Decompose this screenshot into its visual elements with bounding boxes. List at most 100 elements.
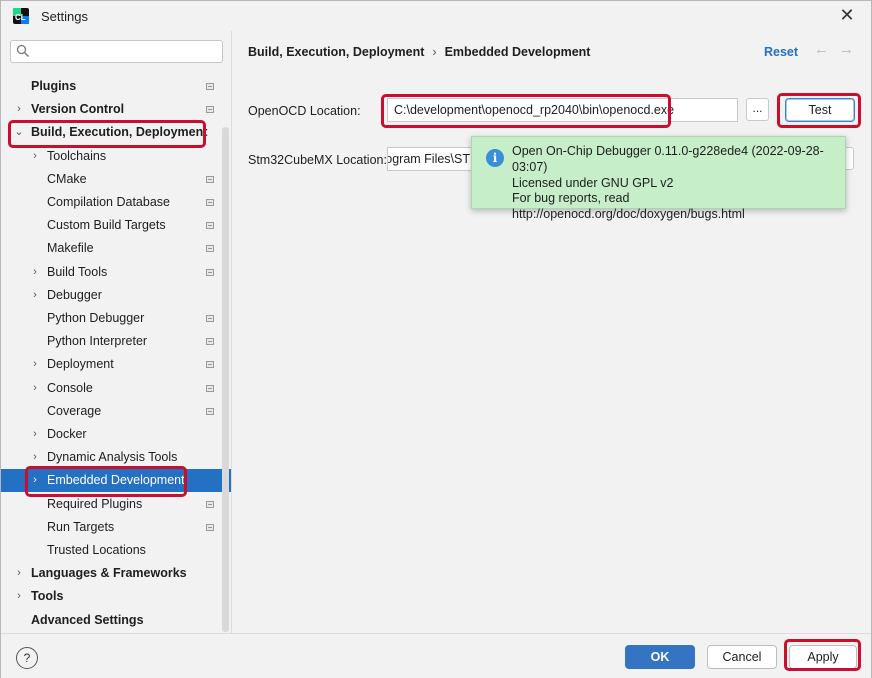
settings-window: CL Settings ✕ Plugins › Version Control ⌄ Bu… <box>0 0 872 678</box>
sidebar-item-docker[interactable]: › Docker <box>1 423 231 446</box>
sidebar-item-label: Python Debugger <box>47 311 145 325</box>
sidebar-item-advanced-settings[interactable]: Advanced Settings <box>1 609 231 632</box>
project-settings-icon <box>206 500 214 508</box>
sidebar-item-embedded-development[interactable]: › Embedded Development <box>1 469 231 493</box>
sidebar-item-label: Toolchains <box>47 148 107 163</box>
sidebar-item-languages-frameworks[interactable]: › Languages & Frameworks <box>1 562 231 585</box>
project-settings-icon <box>206 338 214 346</box>
chevron-right-icon[interactable]: › <box>13 562 25 585</box>
sidebar-item-label: Coverage <box>47 403 102 418</box>
sidebar-item-debugger[interactable]: › Debugger <box>1 284 231 307</box>
window-title: Settings <box>41 9 88 24</box>
ok-button[interactable]: OK <box>625 645 695 669</box>
sidebar-item-tools[interactable]: › Tools <box>1 585 231 608</box>
sidebar-item-label: Build, Execution, Deployment <box>31 125 208 140</box>
sidebar-item-compilation-database[interactable]: Compilation Database <box>1 191 231 214</box>
svg-text:CL: CL <box>15 13 26 22</box>
sidebar-item-toolchains[interactable]: › Toolchains <box>1 145 231 168</box>
apply-button[interactable]: Apply <box>789 645 857 669</box>
test-result-tooltip: i Open On-Chip Debugger 0.11.0-g228ede4 … <box>471 136 846 221</box>
project-settings-icon <box>206 384 214 392</box>
sidebar-item-label: Trusted Locations <box>47 543 146 557</box>
sidebar-item-label: Version Control <box>31 102 125 117</box>
sidebar-item-label: Required Plugins <box>47 496 143 511</box>
chevron-right-icon[interactable]: › <box>29 261 41 284</box>
settings-sidebar: Plugins › Version Control ⌄ Build, Execution… <box>1 31 232 633</box>
chevron-right-icon[interactable]: › <box>29 423 41 446</box>
project-settings-icon <box>206 361 214 369</box>
breadcrumb: Build, Execution, Deployment › Embedded De… <box>248 45 590 59</box>
chevron-right-icon[interactable]: › <box>29 353 41 376</box>
stm32cubemx-location-field[interactable]: Program Files\ST <box>387 147 477 171</box>
sidebar-item-label: Deployment <box>47 357 114 372</box>
sidebar-item-label: Advanced Settings <box>31 612 144 627</box>
project-settings-icon <box>206 222 214 230</box>
forward-arrow-icon[interactable]: → <box>839 41 854 58</box>
sidebar-item-makefile[interactable]: Makefile <box>1 237 231 260</box>
sidebar-item-deployment[interactable]: › Deployment <box>1 353 231 376</box>
sidebar-scrollbar[interactable] <box>222 127 229 632</box>
sidebar-item-plugins[interactable]: Plugins <box>1 75 231 98</box>
sidebar-item-label: Tools <box>31 589 64 604</box>
sidebar-item-build-execution-deployment[interactable]: ⌄ Build, Execution, Deployment <box>1 121 231 144</box>
chevron-down-icon[interactable]: ⌄ <box>13 121 25 144</box>
sidebar-item-label: CMake <box>47 171 87 186</box>
chevron-right-icon[interactable]: › <box>13 585 25 608</box>
tooltip-line: http://openocd.org/doc/doxygen/bugs.html <box>512 207 745 222</box>
project-settings-icon <box>206 407 214 415</box>
openocd-location-field[interactable]: C:\development\openocd_rp2040\bin\openoc… <box>387 98 738 122</box>
project-settings-icon <box>206 106 214 114</box>
cancel-button[interactable]: Cancel <box>707 645 777 669</box>
search-box[interactable] <box>10 40 223 63</box>
chevron-right-icon[interactable]: › <box>29 446 41 469</box>
project-settings-icon <box>206 175 214 183</box>
sidebar-item-cmake[interactable]: CMake <box>1 168 231 191</box>
project-settings-icon <box>206 268 214 276</box>
sidebar-item-dynamic-analysis-tools[interactable]: › Dynamic Analysis Tools <box>1 446 231 469</box>
sidebar-item-coverage[interactable]: Coverage <box>1 400 231 423</box>
project-settings-icon <box>206 315 214 322</box>
sidebar-item-python-debugger[interactable]: Python Debugger <box>1 307 231 330</box>
sidebar-item-label: Makefile <box>47 241 94 256</box>
sidebar-item-required-plugins[interactable]: Required Plugins <box>1 493 231 516</box>
project-settings-icon <box>206 83 214 90</box>
sidebar-item-label: Build Tools <box>47 264 108 279</box>
sidebar-item-version-control[interactable]: › Version Control <box>1 98 231 121</box>
info-icon: i <box>486 149 504 167</box>
chevron-right-icon[interactable]: › <box>13 98 25 121</box>
sidebar-item-console[interactable]: › Console <box>1 377 231 400</box>
search-input[interactable] <box>33 42 217 61</box>
help-icon[interactable]: ? <box>16 647 38 669</box>
chevron-right-icon[interactable]: › <box>29 145 41 168</box>
project-settings-icon <box>206 523 214 531</box>
test-button[interactable]: Test <box>785 98 855 122</box>
sidebar-item-build-tools[interactable]: › Build Tools <box>1 261 231 284</box>
close-icon[interactable]: ✕ <box>837 5 857 25</box>
reset-link[interactable]: Reset <box>764 45 798 59</box>
breadcrumb-parent[interactable]: Build, Execution, Deployment <box>248 45 424 59</box>
dialog-footer: ? OK Cancel Apply <box>1 633 871 678</box>
openocd-browse-button[interactable]: ... <box>746 98 769 121</box>
chevron-right-icon[interactable]: › <box>29 469 41 492</box>
sidebar-item-label: Embedded Development <box>47 473 185 488</box>
sidebar-item-custom-build-targets[interactable]: Custom Build Targets <box>1 214 231 237</box>
chevron-right-icon[interactable]: › <box>29 284 41 307</box>
sidebar-item-label: Languages & Frameworks <box>31 566 187 581</box>
app-icon: CL <box>13 8 29 24</box>
sidebar-item-label: Python Interpreter <box>47 334 148 349</box>
project-settings-icon <box>206 199 214 206</box>
sidebar-item-label: Console <box>47 380 93 395</box>
breadcrumb-current: Embedded Development <box>444 45 591 59</box>
breadcrumb-separator: › <box>432 45 437 59</box>
chevron-right-icon[interactable]: › <box>29 377 41 400</box>
sidebar-item-python-interpreter[interactable]: Python Interpreter <box>1 330 231 353</box>
sidebar-item-run-targets[interactable]: Run Targets <box>1 516 231 539</box>
sidebar-item-label: Run Targets <box>47 519 115 534</box>
search-icon <box>16 44 29 57</box>
back-arrow-icon[interactable]: ← <box>814 41 829 58</box>
openocd-location-label: OpenOCD Location: <box>248 104 361 118</box>
project-settings-icon <box>206 245 214 253</box>
sidebar-item-trusted-locations[interactable]: Trusted Locations <box>1 539 231 562</box>
sidebar-item-label: Dynamic Analysis Tools <box>47 450 178 465</box>
sidebar-item-label: Docker <box>47 427 87 441</box>
